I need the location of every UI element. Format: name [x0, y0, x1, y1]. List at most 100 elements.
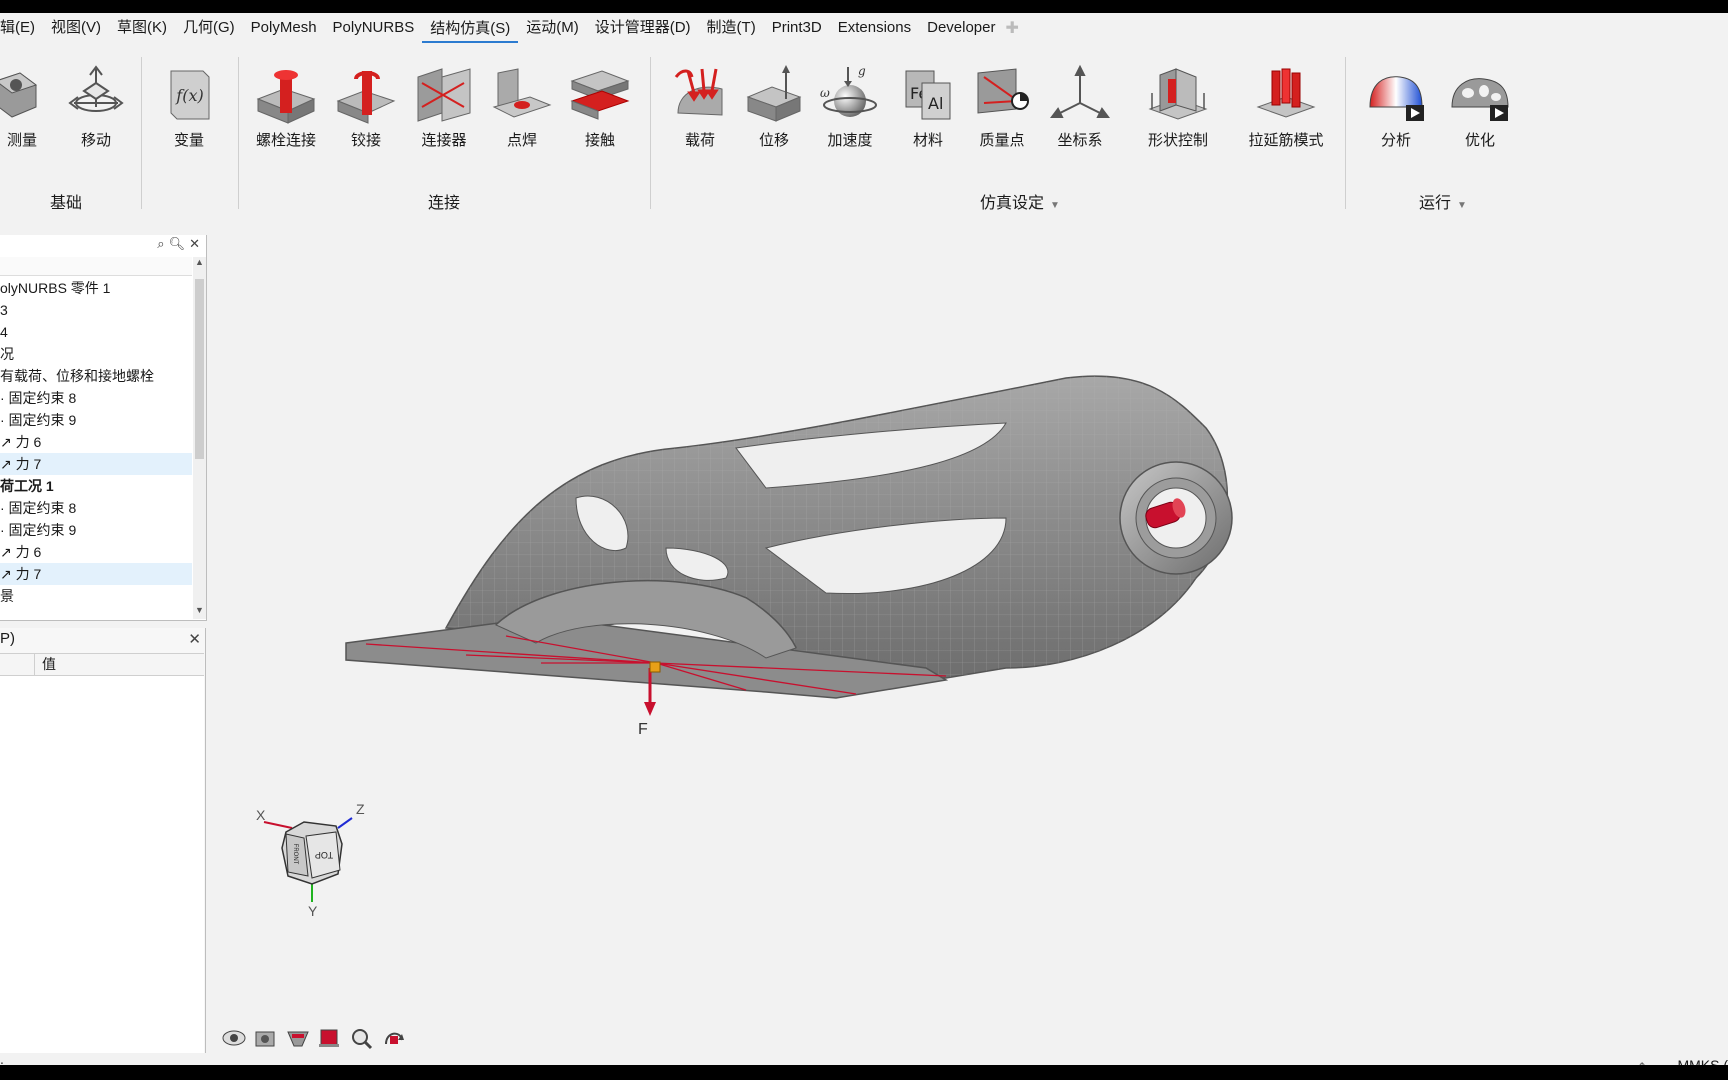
- property-grid: 值: [0, 653, 204, 1053]
- variable-button[interactable]: f(x) 变量: [149, 63, 229, 150]
- model-browser-panel: ⌕🔍︎✕ olyNURBS 零件 1 3 4 况有载荷、位移和接地螺栓 · 固定约束…: [0, 235, 207, 621]
- tree-item[interactable]: ↗ 力 6: [0, 541, 192, 563]
- tree-item[interactable]: ↗ 力 7: [0, 563, 192, 585]
- 3d-viewport[interactable]: F TOP FRONT X Z Y: [206, 218, 1728, 1053]
- analyze-button[interactable]: 分析: [1356, 63, 1436, 150]
- rib-mode-button[interactable]: 拉延筋模式: [1240, 63, 1332, 150]
- tree-item[interactable]: · 固定约束 8: [0, 387, 192, 409]
- connector-button[interactable]: 连接器: [404, 63, 484, 150]
- group-label-run[interactable]: 运行 ▼: [1398, 189, 1488, 213]
- svg-text:f(x): f(x): [175, 86, 203, 105]
- load-button[interactable]: 载荷: [660, 63, 740, 150]
- property-grid-header: 值: [0, 653, 204, 676]
- bolt-button[interactable]: 螺栓连接: [246, 63, 326, 150]
- optimize-button[interactable]: 优化: [1440, 63, 1520, 150]
- menu-geometry[interactable]: 几何(G): [175, 13, 243, 43]
- displacement-icon: [746, 65, 802, 122]
- tree-item[interactable]: · 固定约束 8: [0, 497, 192, 519]
- svg-text:Al: Al: [928, 94, 943, 113]
- panel-toolbar: ⌕🔍︎✕: [157, 236, 204, 252]
- search-icon[interactable]: 🔍︎: [169, 236, 190, 251]
- crosshair-icon[interactable]: ⌖: [1638, 1057, 1646, 1065]
- mass-point-button[interactable]: 质量点: [962, 63, 1042, 150]
- contact-button[interactable]: 接触: [560, 63, 640, 150]
- status-bar: :.. ⌖ MMKS (: [0, 1053, 1728, 1065]
- section-view-icon[interactable]: [287, 1031, 309, 1047]
- menu-sketch[interactable]: 草图(K): [109, 13, 175, 43]
- chevron-down-icon: ▼: [1050, 200, 1060, 211]
- close-icon[interactable]: ✕: [188, 630, 201, 648]
- menu-extensions[interactable]: Extensions: [830, 13, 919, 43]
- hinge-icon: [336, 71, 396, 124]
- tree-item[interactable]: · 固定约束 9: [0, 409, 192, 431]
- hinge-button[interactable]: 铰接: [326, 63, 406, 150]
- binoculars-icon[interactable]: ⌕: [157, 236, 168, 251]
- view-eye-icon[interactable]: [222, 1030, 246, 1046]
- menu-edit[interactable]: 辑(E): [0, 13, 43, 43]
- render-mode-icon[interactable]: [319, 1029, 339, 1047]
- tree-scrollbar[interactable]: ▲ ▼: [193, 257, 206, 619]
- menu-structural-sim[interactable]: 结构仿真(S): [422, 14, 519, 43]
- menu-manufacture[interactable]: 制造(T): [699, 13, 764, 43]
- axis-z-label: Z: [356, 801, 365, 817]
- move-icon: [68, 65, 124, 112]
- force-label: F: [638, 721, 648, 738]
- rotate-view-icon[interactable]: [385, 1032, 404, 1045]
- tree-item[interactable]: 景: [0, 585, 192, 607]
- group-label-sim-setup[interactable]: 仿真设定 ▼: [950, 189, 1090, 213]
- menu-view[interactable]: 视图(V): [43, 13, 109, 43]
- draw-bead-icon: [1256, 68, 1316, 118]
- chevron-down-icon: ▼: [1457, 200, 1467, 211]
- move-button[interactable]: 移动: [56, 63, 136, 150]
- measure-icon: [0, 72, 38, 118]
- tree-item[interactable]: ↗ 力 7: [0, 453, 192, 475]
- scrollbar-thumb[interactable]: [195, 279, 204, 459]
- tree-list: olyNURBS 零件 1 3 4 况有载荷、位移和接地螺栓 · 固定约束 8 · 固…: [0, 277, 192, 607]
- tree-item[interactable]: ↗ 力 6: [0, 431, 192, 453]
- bolt-icon: [256, 70, 316, 124]
- menu-developer[interactable]: Developer: [919, 13, 1003, 43]
- tree-item[interactable]: 况: [0, 343, 192, 365]
- group-label-basic: 基础: [49, 195, 82, 212]
- ribbon-separator: [238, 57, 239, 209]
- bracket-model[interactable]: [345, 375, 1233, 699]
- menu-motion[interactable]: 运动(M): [518, 13, 587, 43]
- menu-design-manager[interactable]: 设计管理器(D): [587, 13, 699, 43]
- menu-print3d[interactable]: Print3D: [764, 13, 830, 43]
- displacement-button[interactable]: 位移: [734, 63, 814, 150]
- spot-weld-button[interactable]: 点焊: [482, 63, 562, 150]
- scroll-up-icon[interactable]: ▲: [193, 257, 206, 271]
- plus-icon[interactable]: ✚: [1005, 18, 1018, 38]
- analysis-run-icon: [1369, 76, 1424, 121]
- optimization-run-icon: [1451, 78, 1509, 121]
- tree-item[interactable]: · 固定约束 9: [0, 519, 192, 541]
- screen-bottom-border: [0, 1065, 1728, 1080]
- coord-system-button[interactable]: 坐标系: [1040, 63, 1120, 150]
- shape-control-button[interactable]: 形状控制: [1138, 63, 1218, 150]
- application-window: 辑(E) 视图(V) 草图(K) 几何(G) PolyMesh PolyNURB…: [0, 13, 1728, 1065]
- shape-control-icon: [1148, 68, 1208, 120]
- material-button[interactable]: Fe Al 材料: [888, 63, 968, 150]
- scroll-down-icon[interactable]: ▼: [193, 605, 206, 619]
- menu-polymesh[interactable]: PolyMesh: [243, 13, 325, 43]
- measure-button[interactable]: 测量: [0, 63, 62, 150]
- units-selector[interactable]: MMKS (: [1677, 1057, 1728, 1065]
- property-panel-title: P): [0, 630, 15, 647]
- spot-weld-icon: [492, 68, 552, 118]
- close-icon[interactable]: ✕: [189, 236, 204, 251]
- svg-text:TOP: TOP: [315, 850, 333, 860]
- svg-text:g: g: [858, 64, 866, 78]
- menu-polynurbs[interactable]: PolyNURBS: [325, 13, 423, 43]
- acceleration-button[interactable]: g ω 加速度: [810, 63, 890, 150]
- tree-item[interactable]: 有载荷、位移和接地螺栓: [0, 365, 192, 387]
- ribbon-separator: [1345, 57, 1346, 209]
- camera-icon[interactable]: [255, 1031, 275, 1047]
- ribbon: 测量 移动 f(x) 变量 基础 螺栓连接 铰接 连接器 点焊 接触 连接 载荷…: [0, 45, 1728, 217]
- tree-item[interactable]: 荷工况 1: [0, 475, 192, 497]
- view-cube[interactable]: TOP FRONT X Z Y: [256, 801, 365, 919]
- tree-item[interactable]: 4: [0, 321, 192, 343]
- tree-item[interactable]: olyNURBS 零件 1: [0, 277, 192, 299]
- tree-item[interactable]: 3: [0, 299, 192, 321]
- zoom-icon[interactable]: [352, 1029, 373, 1050]
- load-icon: [674, 68, 723, 116]
